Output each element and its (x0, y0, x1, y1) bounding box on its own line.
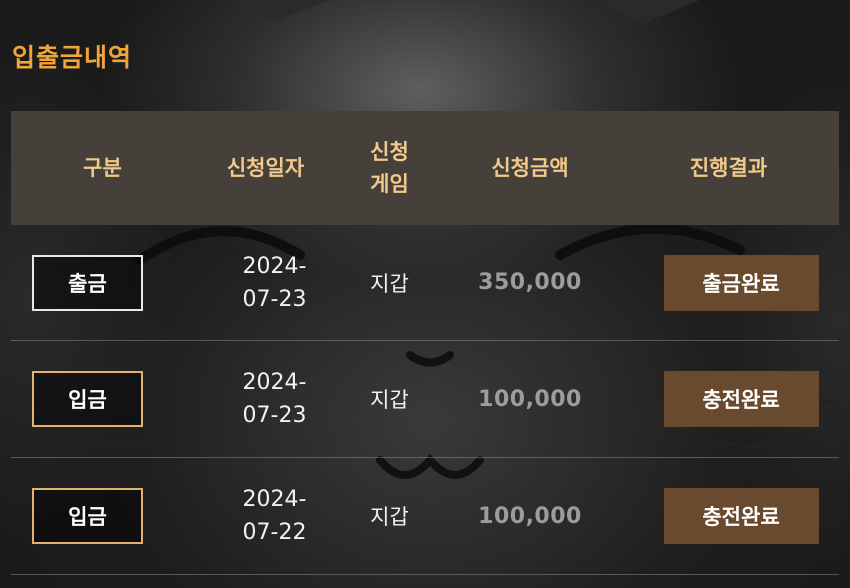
request-date: 2024- 07-23 (242, 253, 307, 312)
result-status-button[interactable]: 충전완료 (663, 371, 819, 427)
result-status-button[interactable]: 출금완료 (663, 254, 819, 311)
header-request-date: 신청일자 (226, 156, 305, 180)
header-type: 구분 (83, 156, 122, 180)
request-date: 2024- 07-23 (242, 370, 307, 428)
transaction-history-table: 구분 신청일자 신청 게임 신청금액 진행결과 출금 2024- 07-23 지… (11, 111, 839, 575)
type-badge: 입금 (32, 371, 143, 427)
request-game: 지갑 (370, 505, 409, 529)
header-request-game: 신청 게임 (370, 140, 409, 196)
page-title: 입출금내역 (12, 43, 133, 72)
table-row: 입금 2024- 07-23 지갑 100,000 충전완료 (11, 341, 839, 458)
request-amount: 350,000 (478, 270, 582, 295)
header-progress-result: 진행결과 (689, 156, 768, 180)
table-header-row: 구분 신청일자 신청 게임 신청금액 진행결과 (11, 111, 839, 225)
type-badge: 입금 (32, 488, 143, 544)
table-row: 출금 2024- 07-23 지갑 350,000 출금완료 (11, 225, 839, 341)
request-amount: 100,000 (478, 386, 582, 412)
result-status-button[interactable]: 충전완료 (663, 488, 819, 544)
request-amount: 100,000 (478, 503, 582, 529)
header-request-amount: 신청금액 (491, 156, 569, 180)
type-badge: 출금 (32, 254, 143, 311)
request-game: 지갑 (370, 388, 409, 412)
table-row: 입금 2024- 07-22 지갑 100,000 충전완료 (11, 458, 839, 575)
request-game: 지갑 (370, 271, 409, 296)
request-date: 2024- 07-22 (242, 487, 307, 545)
